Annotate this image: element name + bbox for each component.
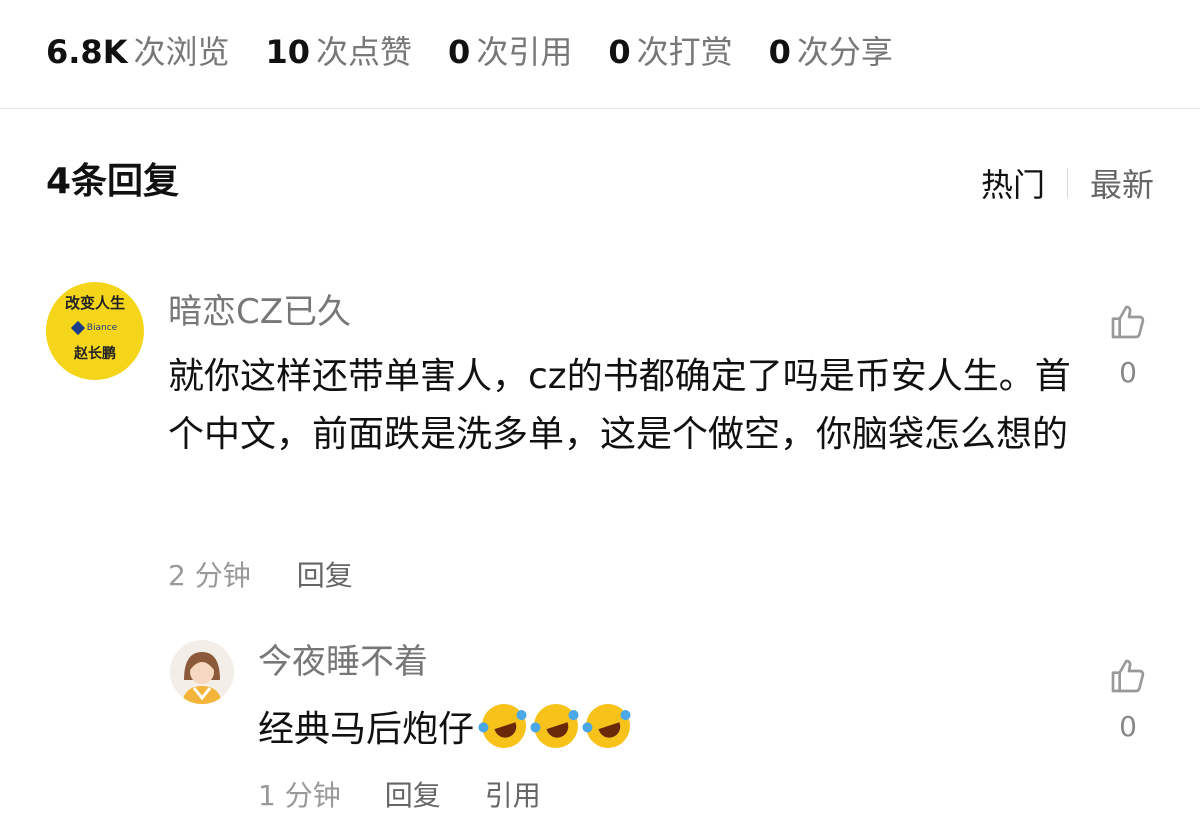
stat-likes-count: 10 xyxy=(265,33,311,71)
stat-views-label: 次浏览 xyxy=(133,33,230,71)
avatar-author-text: 赵长鹏 xyxy=(74,345,116,362)
comment-time: 2 分钟 xyxy=(168,559,251,592)
stat-tips: 0 次打赏 xyxy=(608,27,732,73)
stat-likes-label: 次点赞 xyxy=(316,33,413,71)
sort-separator xyxy=(1066,168,1068,198)
rolling-laughing-emoji-icon xyxy=(580,698,636,754)
stat-likes: 10 次点赞 xyxy=(266,27,413,73)
stats-bar: 6.8K 次浏览 10 次点赞 0 次引用 0 次打赏 0 次分享 xyxy=(46,28,929,72)
avatar-brand: Biance xyxy=(70,320,118,335)
stat-tips-label: 次打赏 xyxy=(636,33,733,71)
avatar[interactable]: 改变人生 Biance 赵长鹏 xyxy=(46,282,144,380)
reply-body: 经典马后炮仔 xyxy=(258,698,636,754)
thumbs-up-icon xyxy=(1111,305,1145,339)
stat-quotes-label: 次引用 xyxy=(476,33,573,71)
reply-meta: 1 分钟 回复 引用 xyxy=(258,774,585,814)
sort-tabs: 热门 最新 xyxy=(981,160,1154,206)
stat-shares-label: 次分享 xyxy=(796,33,893,71)
reply-count-title: 4条回复 xyxy=(46,161,180,202)
reply-body-text: 经典马后炮仔 xyxy=(258,709,475,750)
like-button[interactable]: 0 xyxy=(1106,302,1150,389)
reply-button[interactable]: 回复 xyxy=(297,554,353,594)
avatar[interactable] xyxy=(170,640,234,704)
like-count: 0 xyxy=(1119,356,1137,389)
stat-views-count: 6.8K xyxy=(46,33,128,71)
avatar-title-text: 改变人生 xyxy=(64,293,125,312)
binance-logo-icon xyxy=(70,320,85,335)
stat-shares: 0 次分享 xyxy=(769,27,893,73)
section-divider xyxy=(0,108,1200,109)
sort-hot-tab[interactable]: 热门 xyxy=(981,160,1045,206)
sort-latest-tab[interactable]: 最新 xyxy=(1090,160,1154,206)
reply-button[interactable]: 回复 xyxy=(385,774,441,814)
stat-quotes-count: 0 xyxy=(448,33,471,71)
girl-avatar-icon xyxy=(182,652,222,704)
quote-button[interactable]: 引用 xyxy=(485,774,541,814)
comment-body: 就你这样还带单害人，cz的书都确定了吗是币安人生。首个中文，前面跌是洗多单，这是… xyxy=(168,356,1071,455)
stat-quotes: 0 次引用 xyxy=(448,27,572,73)
stat-views: 6.8K 次浏览 xyxy=(46,27,230,73)
like-count: 0 xyxy=(1119,710,1137,743)
thumbs-up-icon xyxy=(1111,659,1145,693)
rolling-laughing-emoji-icon xyxy=(476,698,532,754)
rolling-laughing-emoji-icon xyxy=(528,698,584,754)
stat-tips-count: 0 xyxy=(608,33,631,71)
avatar-brand-text: Biance xyxy=(86,322,118,333)
stat-shares-count: 0 xyxy=(768,33,791,71)
reply-username[interactable]: 今夜睡不着 xyxy=(258,634,428,683)
comment-username[interactable]: 暗恋CZ已久 xyxy=(168,284,351,333)
reply-time: 1 分钟 xyxy=(258,779,341,812)
comment-meta: 2 分钟 回复 xyxy=(168,554,353,594)
like-button[interactable]: 0 xyxy=(1106,656,1150,743)
